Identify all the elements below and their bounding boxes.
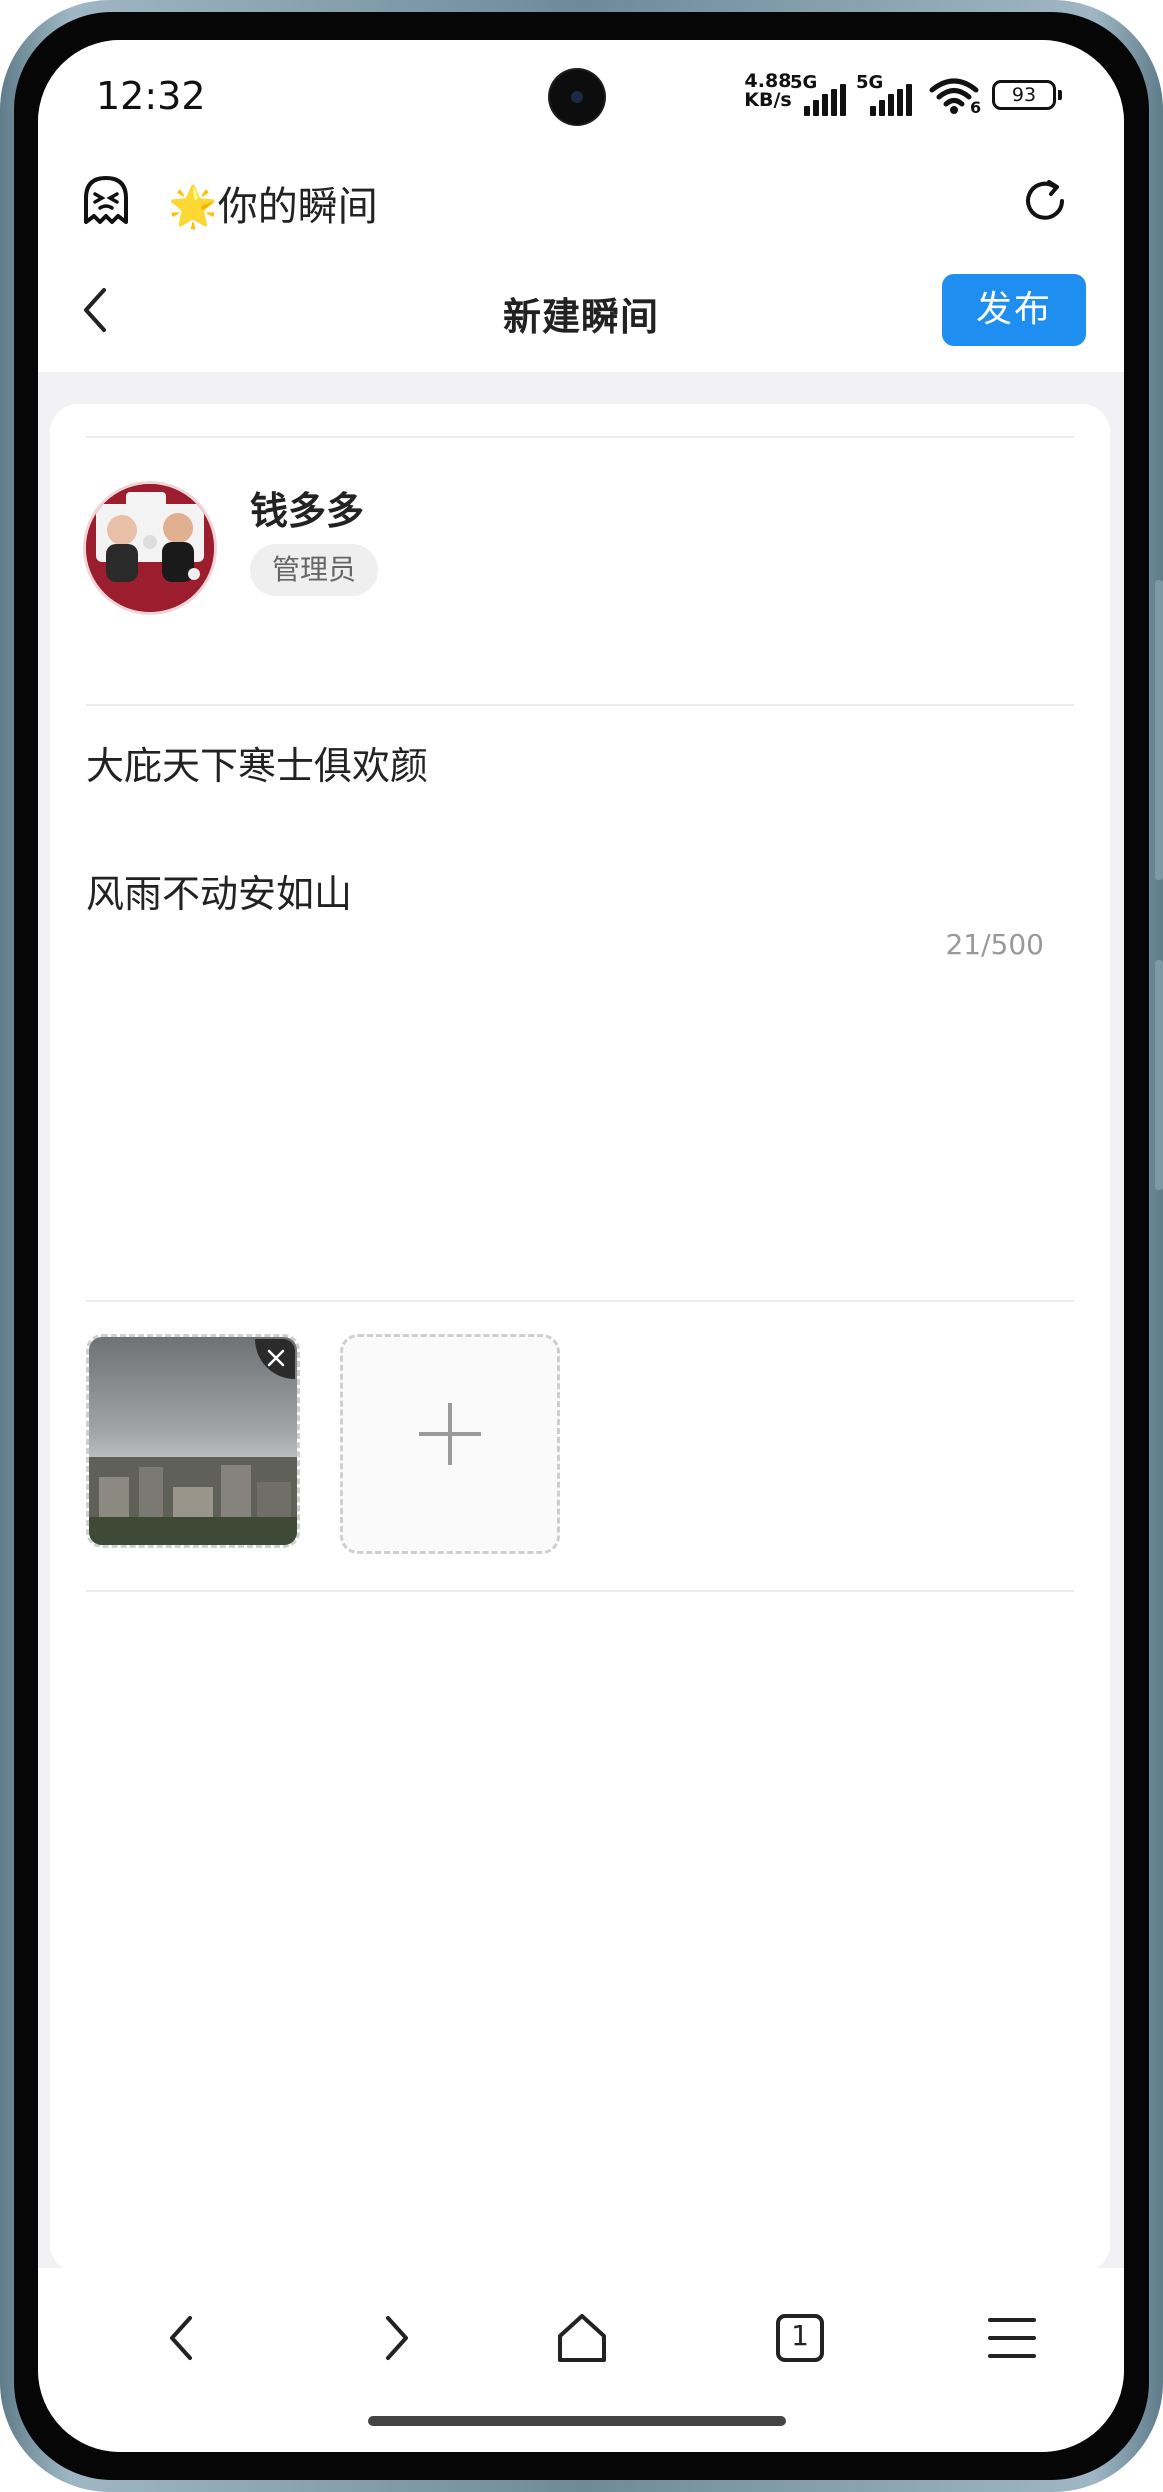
nav-forward-icon[interactable] bbox=[364, 2306, 428, 2370]
avatar[interactable] bbox=[86, 484, 214, 612]
char-count: 21/500 bbox=[945, 928, 1044, 961]
nav-menu-icon[interactable] bbox=[980, 2306, 1044, 2370]
post-line: 风雨不动安如山 bbox=[86, 872, 353, 916]
close-icon bbox=[267, 1349, 285, 1367]
post-line: 大庇天下寒士俱欢颜 bbox=[86, 744, 429, 788]
network-speed: 4.88 KB/s bbox=[738, 72, 798, 110]
signal-2-icon bbox=[870, 84, 914, 116]
image-thumbnail[interactable] bbox=[86, 1334, 300, 1548]
ghost-icon[interactable] bbox=[78, 172, 134, 232]
status-bar: 12:32 4.88 KB/s 5G 5G 6 93 bbox=[38, 40, 1124, 150]
remove-image-button[interactable] bbox=[255, 1339, 295, 1379]
tab-count: 1 bbox=[791, 2319, 809, 2352]
divider bbox=[86, 704, 1074, 706]
signal-1-icon bbox=[804, 84, 848, 116]
home-indicator[interactable] bbox=[368, 2416, 786, 2426]
site-title: 🌟你的瞬间 bbox=[168, 184, 378, 230]
browser-bar: 🌟你的瞬间 bbox=[38, 150, 1124, 246]
wifi-icon: 6 bbox=[928, 76, 982, 120]
battery-level: 93 bbox=[1011, 84, 1037, 106]
username: 钱多多 bbox=[250, 489, 365, 533]
post-editor-card: 钱多多 管理员 大庇天下寒士俱欢颜 风雨不动安如山 21/500 bbox=[50, 404, 1110, 2272]
status-time: 12:32 bbox=[96, 74, 206, 118]
publish-button[interactable]: 发布 bbox=[942, 274, 1086, 346]
add-image-button[interactable] bbox=[340, 1334, 560, 1554]
volume-button bbox=[1155, 580, 1163, 880]
refresh-icon[interactable] bbox=[1020, 176, 1070, 230]
front-camera bbox=[550, 70, 604, 124]
nav-home-icon[interactable] bbox=[550, 2306, 614, 2370]
nav-tabs-icon[interactable]: 1 bbox=[768, 2306, 832, 2370]
post-content-textarea[interactable]: 大庇天下寒士俱欢颜 风雨不动安如山 bbox=[86, 734, 428, 990]
power-button bbox=[1155, 960, 1163, 1190]
wifi-badge: 6 bbox=[970, 98, 982, 117]
role-badge: 管理员 bbox=[250, 544, 379, 596]
battery-icon: 93 bbox=[992, 80, 1062, 110]
network-speed-unit: KB/s bbox=[744, 89, 792, 111]
divider bbox=[86, 1590, 1074, 1592]
divider bbox=[86, 1300, 1074, 1302]
nav-back-icon[interactable] bbox=[150, 2306, 214, 2370]
page-header: 新建瞬间 发布 bbox=[38, 246, 1124, 372]
divider bbox=[86, 436, 1074, 438]
screen: 12:32 4.88 KB/s 5G 5G 6 93 🌟你的瞬间 新建瞬间 发布… bbox=[38, 40, 1124, 2452]
